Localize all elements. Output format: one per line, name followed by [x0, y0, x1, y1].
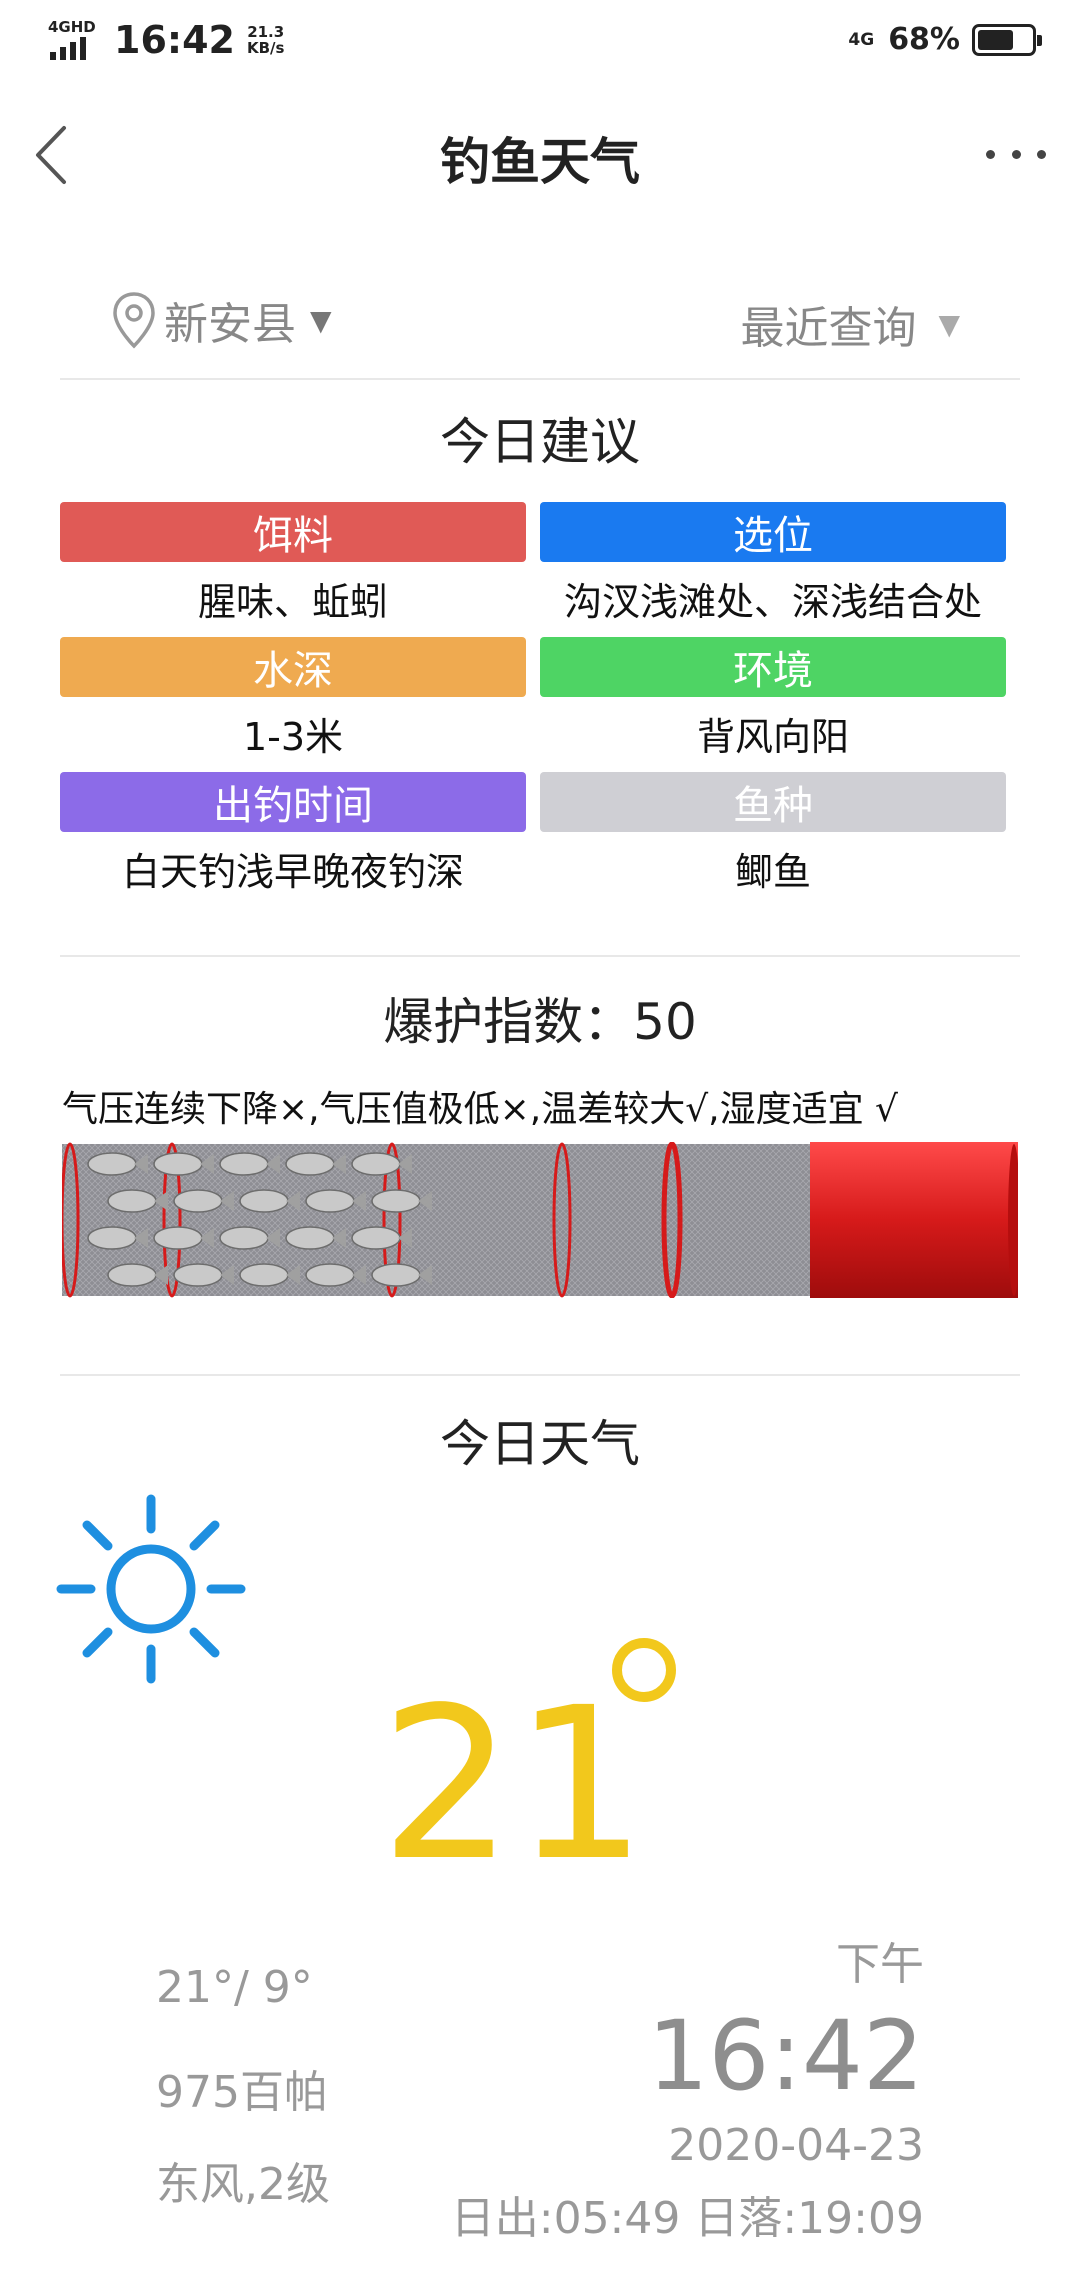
location-selector[interactable]: 新安县 ▼	[110, 288, 332, 352]
degree-symbol	[612, 1638, 676, 1702]
bite-index-description: 气压连续下降×,气压值极低×,温差较大√,湿度适宜 √	[62, 1089, 898, 1130]
suggestion-value: 背风向阳	[696, 715, 849, 759]
suggestion-card: 出钓时间白天钓浅早晚夜钓深	[60, 772, 526, 907]
weather-time: 16:42	[647, 2000, 924, 2112]
weather-title: 今日天气	[440, 1415, 640, 1473]
page-title: 钓鱼天气	[440, 133, 640, 191]
sunny-icon	[56, 1494, 246, 1684]
suggestions-grid: 饵料 腥味、蚯蚓 选位 沟汊浅滩处、深浅结合处 水深 1-3米 环境 背风向阳 出钓时间 白天钓浅…	[60, 502, 1006, 907]
suggestion-value: 1-3米	[242, 715, 344, 759]
caret-down-icon: ▼	[938, 307, 960, 341]
suggestion-label: 水深	[60, 637, 526, 697]
suggestion-label: 饵料	[60, 502, 526, 562]
suggestion-value: 白天钓浅早晚夜钓深	[121, 850, 464, 894]
sunrise-sunset: 日出:05:49 日落:19:09	[450, 2193, 924, 2244]
current-temperature: 21	[380, 1662, 648, 1907]
nav-bar: 钓鱼天气	[0, 100, 1080, 210]
pressure: 975百帕	[156, 2067, 328, 2118]
suggestion-card: 鱼种 鲫鱼	[540, 772, 1006, 907]
network-type-left: 4GHD	[48, 18, 96, 36]
suggestion-value: 鲫鱼	[734, 850, 811, 894]
battery-percent: 68%	[888, 22, 960, 57]
wind: 东风,2级	[156, 2159, 330, 2210]
temp-range: 21°/ 9°	[156, 1962, 313, 2013]
suggestion-value: 腥味、蚯蚓	[197, 580, 388, 624]
net-cap	[810, 1142, 1018, 1298]
divider	[60, 955, 1020, 957]
location-pin-icon	[113, 292, 155, 349]
network-speed: 21.3 KB/s	[246, 23, 285, 57]
bite-index-title: 爆护指数：50	[383, 993, 697, 1051]
location-row: 新安县 ▼ 最近查询 ▼	[60, 270, 1020, 380]
suggestion-card: 选位沟汊浅滩处、深浅结合处	[540, 502, 1006, 637]
signal-icon: 4GHD	[48, 18, 100, 62]
more-dots-icon	[986, 149, 995, 159]
suggestion-card: 环境 背风向阳	[540, 637, 1006, 772]
suggestions-title: 今日建议	[440, 413, 640, 471]
suggestion-label: 出钓时间	[60, 772, 526, 832]
more-button[interactable]	[986, 134, 1046, 174]
recent-query-label: 最近查询	[740, 303, 917, 354]
network-type-right: 4G	[848, 29, 875, 50]
status-time: 16:42	[114, 18, 235, 62]
suggestion-label: 选位	[540, 502, 1006, 562]
caret-down-icon: ▼	[310, 303, 332, 337]
suggestion-label: 鱼种	[540, 772, 1006, 832]
suggestion-label: 环境	[540, 637, 1006, 697]
suggestion-value: 沟汊浅滩处、深浅结合处	[563, 580, 982, 624]
location-city: 新安县	[164, 299, 296, 350]
time-period: 下午	[836, 1939, 924, 1990]
fish-net-gauge	[62, 1142, 1018, 1298]
status-bar: 4GHD 16:42 21.3 KB/s 4G 68%	[0, 0, 1080, 84]
divider	[60, 1374, 1020, 1376]
suggestion-card: 饵料 腥味、蚯蚓	[60, 502, 526, 637]
suggestion-card: 水深 1-3米	[60, 637, 526, 772]
weather-date: 2020-04-23	[668, 2120, 924, 2171]
recent-query-dropdown[interactable]: 最近查询 ▼	[740, 292, 960, 356]
battery-icon	[972, 23, 1042, 56]
